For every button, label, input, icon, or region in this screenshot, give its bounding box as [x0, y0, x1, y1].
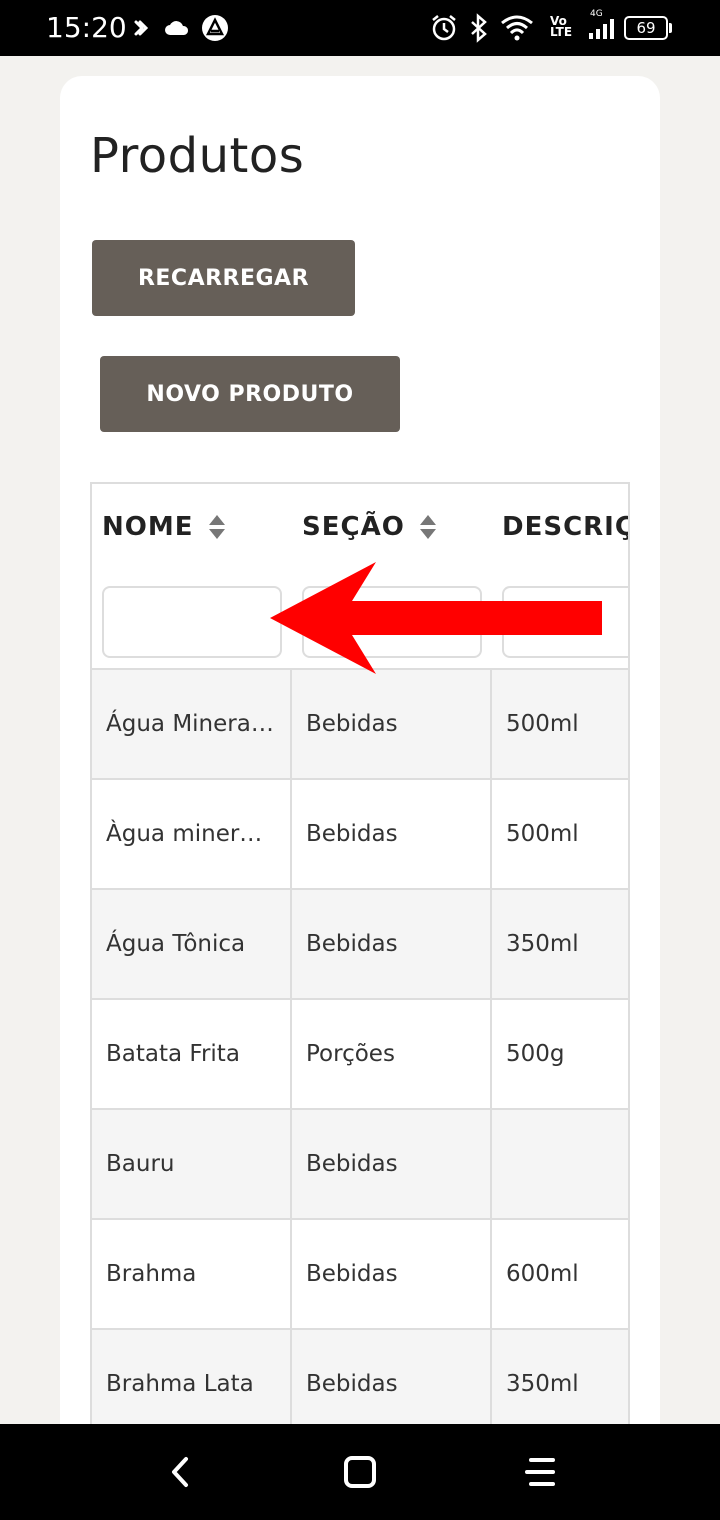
cell-descricao: 500ml: [506, 711, 579, 737]
battery-tip: [669, 23, 672, 33]
cell-nome: Brahma: [92, 1220, 292, 1328]
filter-input-descricao[interactable]: [502, 586, 628, 658]
cell-nome: Água Tônica: [92, 890, 292, 998]
column-label-secao: SEÇÃO: [302, 512, 405, 542]
page-title: Produtos: [90, 128, 305, 184]
home-icon[interactable]: [343, 1455, 377, 1489]
wifi-icon: [501, 15, 533, 41]
cell-descricao: 600ml: [506, 1261, 579, 1287]
cell-nome: Batata Frita: [92, 1000, 292, 1108]
column-header-secao[interactable]: SEÇÃO: [302, 512, 437, 542]
cell-secao: Bebidas: [292, 670, 492, 778]
status-bar: 15:20 Vo LTE 4G 69: [0, 0, 720, 56]
column-header-nome[interactable]: NOME: [102, 512, 226, 542]
cell-descricao: 350ml: [506, 1371, 579, 1397]
cell-nome: Bauru: [92, 1110, 292, 1218]
column-label-descricao: DESCRIÇ: [502, 512, 630, 542]
cell-secao: Bebidas: [292, 780, 492, 888]
table-row[interactable]: Brahma Bebidas 600ml: [92, 1220, 628, 1330]
filter-input-nome[interactable]: [102, 586, 282, 658]
table-row[interactable]: Água Minera… Bebidas 500ml: [92, 670, 628, 780]
filter-input-secao[interactable]: [302, 586, 482, 658]
bluetooth-icon: [471, 13, 487, 43]
column-header-descricao[interactable]: DESCRIÇ: [502, 512, 630, 542]
volte-label: Vo LTE: [550, 15, 573, 39]
table-row[interactable]: Água Tônica Bebidas 350ml: [92, 890, 628, 1000]
new-product-button[interactable]: NOVO PRODUTO: [100, 356, 400, 432]
sort-icon[interactable]: [208, 514, 226, 540]
cloud-icon: [165, 21, 189, 35]
alarm-icon: [432, 15, 456, 41]
back-icon[interactable]: [166, 1456, 196, 1488]
sort-icon[interactable]: [419, 514, 437, 540]
status-time: 15:20: [46, 11, 127, 44]
table-row[interactable]: Bauru Bebidas: [92, 1110, 628, 1220]
table-header: NOME SEÇÃO DESCRIÇ: [92, 484, 630, 670]
table-row[interactable]: Batata Frita Porções 500g: [92, 1000, 628, 1110]
table-row[interactable]: Àgua miner… Bebidas 500ml: [92, 780, 628, 890]
products-table: NOME SEÇÃO DESCRIÇ Água Minera… Bebidas …: [90, 482, 630, 1442]
battery-level: 69: [636, 19, 656, 37]
cell-secao: Bebidas: [292, 1220, 492, 1328]
cell-secao: Bebidas: [292, 890, 492, 998]
cell-descricao: 350ml: [506, 931, 579, 957]
volte-line2: LTE: [550, 25, 573, 39]
cell-secao: Porções: [292, 1000, 492, 1108]
cell-secao: Bebidas: [292, 1110, 492, 1218]
cell-descricao: [492, 1110, 628, 1218]
cell-nome: Brahma Lata: [92, 1330, 292, 1438]
cell-descricao: 500g: [506, 1041, 565, 1067]
app-icon: [202, 15, 228, 41]
column-label-nome: NOME: [102, 512, 194, 542]
cell-descricao: 500ml: [506, 821, 579, 847]
menu-icon[interactable]: [524, 1457, 556, 1487]
navigation-bar: [0, 1424, 720, 1520]
cell-nome: Água Minera…: [92, 670, 292, 778]
cell-secao: Bebidas: [292, 1330, 492, 1438]
cell-nome: Àgua miner…: [92, 780, 292, 888]
battery-icon: 69: [624, 16, 668, 40]
signal-icon: [589, 19, 614, 39]
reload-button[interactable]: RECARREGAR: [92, 240, 355, 316]
shazam-icon: [134, 20, 149, 36]
